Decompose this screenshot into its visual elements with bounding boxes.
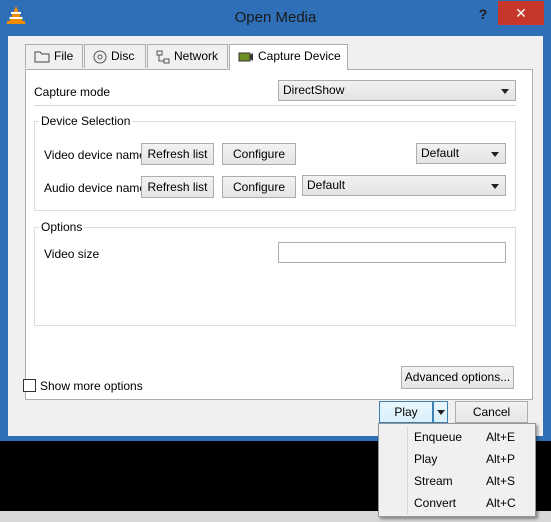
menu-item-label: Enqueue: [414, 430, 463, 444]
play-dropdown-menu: Enqueue Alt+E Play Alt+P Stream Alt+S Co…: [378, 423, 536, 517]
capture-device-icon: [238, 52, 253, 62]
video-size-input[interactable]: [278, 242, 506, 263]
menu-item-label: Play: [414, 452, 438, 466]
menu-item-label: Convert: [414, 496, 457, 510]
dialog-body: File Disc Network Capture Device Capture…: [8, 36, 543, 436]
menu-item-shortcut: Alt+C: [486, 496, 516, 510]
tab-file[interactable]: File: [25, 44, 83, 68]
menu-item-label: Stream: [414, 474, 453, 488]
open-media-window: Open Media ? ✕ File Disc Network Capture…: [0, 0, 551, 441]
video-size-label: Video size: [44, 247, 100, 261]
help-button[interactable]: ?: [470, 3, 496, 25]
menu-item-shortcut: Alt+E: [486, 430, 516, 444]
menu-item-shortcut: Alt+P: [486, 452, 516, 466]
audio-device-label: Audio device name: [44, 181, 147, 195]
chevron-down-icon: [491, 184, 499, 189]
options-title: Options: [39, 220, 85, 234]
capture-mode-label: Capture mode: [34, 85, 111, 99]
video-refresh-list-button[interactable]: Refresh list: [141, 143, 214, 165]
capture-device-panel: Capture mode DirectShow Device Selection…: [25, 69, 533, 400]
disc-icon: [93, 50, 107, 64]
cancel-button[interactable]: Cancel: [455, 401, 528, 423]
tab-capture-device[interactable]: Capture Device: [229, 44, 348, 70]
close-button[interactable]: ✕: [498, 1, 544, 25]
video-configure-button[interactable]: Configure: [222, 143, 296, 165]
video-device-label: Video device name: [44, 148, 146, 162]
capture-mode-value: DirectShow: [283, 83, 345, 97]
chevron-down-icon: [501, 89, 509, 94]
tab-disc-label: Disc: [111, 49, 135, 63]
folder-icon: [34, 51, 50, 63]
video-device-value: Default: [421, 146, 460, 160]
tab-network-label: Network: [174, 49, 219, 63]
play-menu-toggle[interactable]: [433, 401, 448, 423]
device-selection-title: Device Selection: [39, 114, 133, 128]
menu-item-enqueue[interactable]: Enqueue Alt+E: [381, 426, 533, 448]
show-more-options-checkbox[interactable]: [23, 379, 36, 392]
chevron-down-icon: [437, 410, 445, 415]
show-more-options-label: Show more options: [40, 379, 143, 393]
menu-item-convert[interactable]: Convert Alt+C: [381, 492, 533, 514]
tab-capture-device-label: Capture Device: [258, 49, 341, 63]
play-button[interactable]: Play: [379, 401, 433, 423]
divider: [34, 105, 516, 106]
chevron-down-icon: [491, 152, 499, 157]
network-icon: [156, 50, 170, 64]
tab-disc[interactable]: Disc: [84, 44, 146, 68]
capture-mode-select[interactable]: DirectShow: [278, 80, 516, 101]
audio-refresh-list-button[interactable]: Refresh list: [141, 176, 214, 198]
window-title: Open Media: [234, 9, 317, 26]
audio-device-value: Default: [307, 178, 346, 192]
audio-device-select[interactable]: Default: [302, 175, 506, 196]
tab-file-label: File: [54, 49, 74, 63]
advanced-options-button[interactable]: Advanced options...: [401, 366, 514, 389]
tab-network[interactable]: Network: [147, 44, 228, 68]
menu-item-stream[interactable]: Stream Alt+S: [381, 470, 533, 492]
audio-configure-button[interactable]: Configure: [222, 176, 296, 198]
menu-item-shortcut: Alt+S: [486, 474, 516, 488]
menu-item-play[interactable]: Play Alt+P: [381, 448, 533, 470]
background: [0, 441, 378, 522]
video-device-select[interactable]: Default: [416, 143, 506, 164]
title-bar[interactable]: Open Media ? ✕: [0, 0, 551, 36]
